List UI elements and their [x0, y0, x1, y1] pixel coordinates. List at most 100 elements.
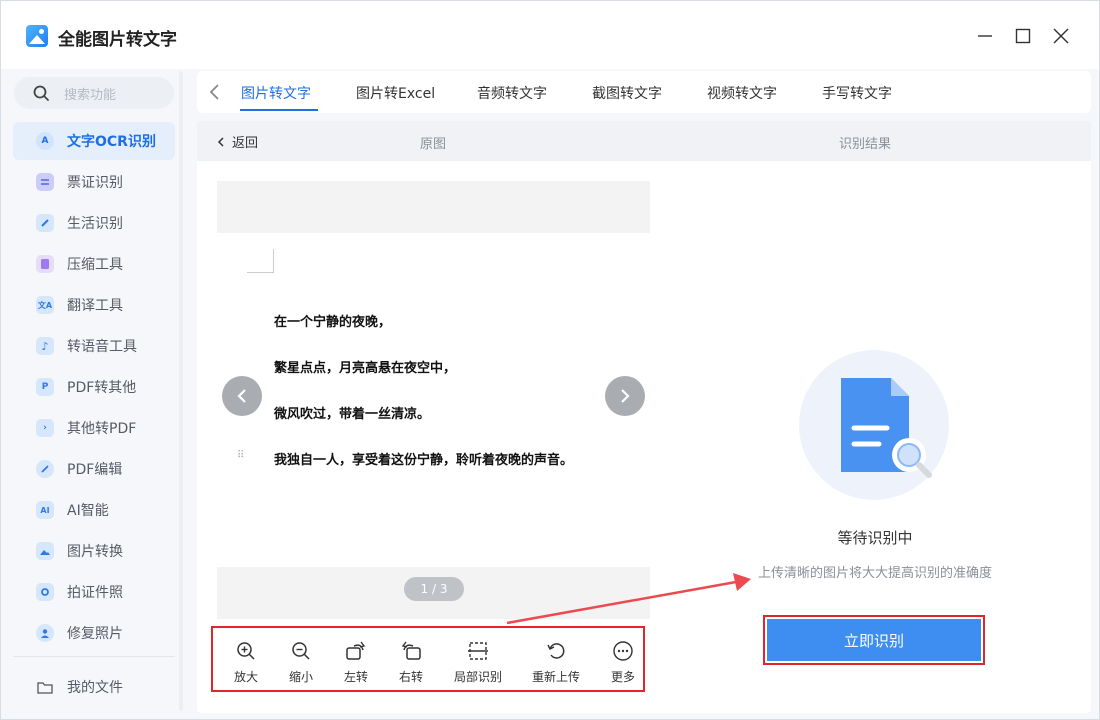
preview-text-line: 我独自一人，享受着这份宁静，聆听着夜晚的声音。	[274, 453, 574, 468]
recognize-now-button[interactable]: 立即识别	[767, 619, 981, 661]
tab-screenshot-to-text[interactable]: 截图转文字	[592, 83, 662, 103]
reupload-button[interactable]: 重新上传	[527, 640, 585, 685]
subheader: 返回 原图 识别结果	[197, 121, 1091, 161]
sidebar-item-ticket[interactable]: 票证识别	[13, 163, 175, 201]
reupload-icon	[545, 640, 567, 662]
music-icon: ♪	[36, 337, 54, 355]
tool-label: 缩小	[288, 670, 313, 684]
crop-icon	[467, 640, 489, 662]
sidebar-item-my-files[interactable]: 我的文件	[13, 668, 175, 706]
preview-page: 在一个宁静的夜晚， 繁星点点，月亮高悬在夜空中， 微风吹过，带着一丝清凉。 我独…	[217, 233, 650, 567]
crop-mark	[247, 249, 274, 273]
rotate-right-icon	[400, 640, 422, 662]
sidebar-item-ocr[interactable]: A 文字OCR识别	[13, 122, 175, 160]
page-indicator: 1 / 3	[404, 577, 464, 601]
translate-icon: 文A	[36, 296, 54, 314]
folder-icon	[36, 678, 54, 696]
tab-handwriting-to-text[interactable]: 手写转文字	[822, 83, 892, 103]
sidebar-item-life[interactable]: 生活识别	[13, 204, 175, 242]
search-input[interactable]: 搜索功能	[14, 77, 174, 109]
status-text: 等待识别中	[837, 529, 913, 547]
drag-handle-icon[interactable]: ⠿	[237, 451, 244, 461]
sidebar-item-tts[interactable]: ♪ 转语音工具	[13, 327, 175, 365]
minimize-icon	[978, 35, 992, 37]
maximize-button[interactable]	[1010, 23, 1036, 49]
rotate-left-button[interactable]: 左转	[328, 640, 384, 685]
sidebar-item-label: 转语音工具	[67, 339, 137, 355]
sidebar-item-label: 文字OCR识别	[67, 134, 156, 150]
sidebar-item-pdf-to-other[interactable]: P PDF转其他	[13, 368, 175, 406]
zoom-out-icon	[290, 640, 312, 662]
sidebar-item-label: 翻译工具	[67, 298, 123, 314]
recognize-highlight: 立即识别	[763, 615, 985, 665]
sidebar-item-label: 生活识别	[67, 216, 123, 232]
preview-text-line: 在一个宁静的夜晚，	[274, 315, 392, 330]
sidebar-item-label: AI智能	[67, 503, 109, 519]
app-window: 全能图片转文字 搜索功能 A 文字OCR识别 票证识别 生活识别 压缩工具 文A…	[0, 0, 1100, 720]
app-title: 全能图片转文字	[58, 30, 177, 50]
tabs-back-button[interactable]	[205, 81, 225, 103]
sidebar: 搜索功能 A 文字OCR识别 票证识别 生活识别 压缩工具 文A 翻译工具 ♪ …	[1, 69, 187, 719]
tab-audio-to-text[interactable]: 音频转文字	[477, 83, 547, 103]
app-logo-icon	[26, 25, 48, 47]
partial-recognize-button[interactable]: 局部识别	[449, 640, 507, 685]
sidebar-item-label: 其他转PDF	[67, 421, 137, 437]
sidebar-item-pdf-edit[interactable]: PDF编辑	[13, 450, 175, 488]
back-label: 返回	[232, 136, 259, 151]
rotate-left-icon	[345, 640, 367, 662]
ai-icon: AI	[36, 501, 54, 519]
chevron-left-icon	[237, 389, 246, 403]
result-label: 识别结果	[839, 137, 892, 152]
tool-label: 左转	[343, 670, 368, 684]
tool-label: 重新上传	[531, 670, 580, 684]
sidebar-item-label: 票证识别	[67, 175, 123, 191]
back-button[interactable]: 返回	[215, 132, 258, 151]
tab-image-to-text[interactable]: 图片转文字	[241, 83, 311, 103]
sidebar-item-translate[interactable]: 文A 翻译工具	[13, 286, 175, 324]
chevron-left-icon	[209, 84, 219, 100]
content-panel: 返回 原图 识别结果 在一个宁静的夜晚， 繁星点点，月亮高悬在夜空中， 微风吹过…	[197, 121, 1091, 713]
more-button[interactable]: 更多	[595, 640, 651, 685]
zoom-in-icon	[235, 640, 257, 662]
sidebar-item-label: 压缩工具	[67, 257, 123, 273]
zoom-in-button[interactable]: 放大	[218, 640, 274, 685]
document-search-icon	[841, 378, 932, 478]
sidebar-item-other-to-pdf[interactable]: › 其他转PDF	[13, 409, 175, 447]
zoom-out-button[interactable]: 缩小	[273, 640, 329, 685]
sidebar-item-compress[interactable]: 压缩工具	[13, 245, 175, 283]
sidebar-item-label: 拍证件照	[67, 585, 123, 601]
original-label: 原图	[420, 137, 447, 152]
next-page-button[interactable]	[605, 376, 645, 416]
sidebar-item-label: 我的文件	[67, 680, 123, 696]
rotate-right-button[interactable]: 右转	[383, 640, 439, 685]
close-button[interactable]	[1048, 23, 1074, 49]
compress-icon	[36, 255, 54, 273]
chevron-right-icon	[621, 389, 630, 403]
tab-image-to-excel[interactable]: 图片转Excel	[356, 83, 435, 103]
search-placeholder: 搜索功能	[64, 87, 117, 103]
sidebar-item-ai[interactable]: AI AI智能	[13, 491, 175, 529]
sidebar-item-id-photo[interactable]: 拍证件照	[13, 573, 175, 611]
tab-video-to-text[interactable]: 视频转文字	[707, 83, 777, 103]
tool-label: 更多	[610, 670, 635, 684]
person-icon	[36, 624, 54, 642]
minimize-button[interactable]	[972, 23, 998, 49]
sidebar-item-label: PDF转其他	[67, 380, 137, 396]
tool-label: 局部识别	[453, 670, 502, 684]
edit-icon	[36, 460, 54, 478]
prev-page-button[interactable]	[222, 376, 262, 416]
sidebar-item-image-convert[interactable]: 图片转换	[13, 532, 175, 570]
sidebar-divider	[13, 656, 175, 657]
close-icon	[1053, 28, 1069, 44]
to-pdf-icon: ›	[36, 419, 54, 437]
active-tab-indicator	[240, 109, 318, 111]
sidebar-item-repair-photo[interactable]: 修复照片	[13, 614, 175, 652]
main-area: 图片转文字 图片转Excel 音频转文字 截图转文字 视频转文字 手写转文字 返…	[187, 69, 1099, 719]
image-icon	[36, 542, 54, 560]
sidebar-scrollbar[interactable]	[179, 71, 183, 711]
more-icon	[612, 640, 634, 662]
preview-top-margin	[217, 181, 650, 233]
sidebar-item-label: 图片转换	[67, 544, 123, 560]
camera-icon	[36, 583, 54, 601]
tool-label: 放大	[233, 670, 258, 684]
